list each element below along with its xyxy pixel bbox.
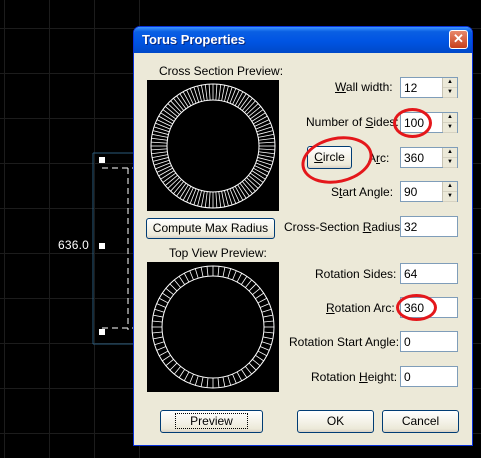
wall-width-value[interactable]: 12	[404, 81, 417, 95]
rotation-start-angle-field[interactable]: 0	[400, 331, 458, 352]
cancel-button[interactable]: Cancel	[382, 410, 459, 433]
arc-spinner[interactable]: 360 ▲ ▼	[400, 147, 458, 168]
dimension-label: 636.0	[58, 238, 90, 252]
spin-up-icon[interactable]: ▲	[443, 78, 457, 88]
start-angle-spinner[interactable]: 90 ▲ ▼	[400, 181, 458, 202]
rotation-start-angle-label: Rotation Start Angle:	[289, 335, 400, 349]
spin-up-icon[interactable]: ▲	[443, 148, 457, 158]
preview-button-label: Preview	[175, 413, 248, 429]
torus-properties-dialog: Torus Properties ✕ Cross Section Preview…	[133, 26, 473, 446]
handle-bottom[interactable]	[99, 329, 105, 335]
close-button[interactable]: ✕	[449, 30, 468, 49]
annotation-circle-rotation-arc	[396, 294, 437, 321]
cross-section-torus-graphic	[150, 83, 276, 209]
top-view-torus-graphic	[151, 265, 275, 389]
rotation-height-field[interactable]: 0	[400, 366, 458, 387]
close-icon: ✕	[453, 31, 464, 46]
annotation-circle-button	[297, 130, 377, 190]
arc-value[interactable]: 360	[404, 151, 424, 165]
wall-width-label: Wall width:	[335, 80, 393, 94]
spin-up-icon[interactable]: ▲	[443, 113, 457, 123]
rotation-arc-label: Rotation Arc:	[326, 301, 395, 315]
cross-section-radius-field[interactable]: 32	[400, 216, 458, 237]
compute-max-radius-button[interactable]: Compute Max Radius	[146, 218, 275, 239]
cross-section-preview-label: Cross Section Preview:	[159, 64, 284, 78]
start-angle-value[interactable]: 90	[404, 185, 417, 199]
annotation-circle-sides	[393, 108, 432, 138]
preview-button[interactable]: Preview	[160, 410, 263, 433]
top-view-preview-label: Top View Preview:	[169, 246, 267, 260]
cross-section-radius-label: Cross-Section Radius:	[284, 220, 404, 234]
spin-down-icon[interactable]: ▼	[443, 158, 457, 168]
rotation-sides-label: Rotation Sides:	[315, 267, 397, 281]
top-view-preview	[147, 262, 279, 392]
cross-section-preview	[147, 80, 279, 211]
spin-down-icon[interactable]: ▼	[443, 192, 457, 202]
ok-button[interactable]: OK	[297, 410, 374, 433]
number-of-sides-label: Number of Sides:	[306, 115, 399, 129]
rotation-sides-field[interactable]: 64	[400, 263, 458, 284]
rotation-height-label: Rotation Height:	[311, 370, 398, 384]
spin-down-icon[interactable]: ▼	[443, 123, 457, 133]
spin-down-icon[interactable]: ▼	[443, 88, 457, 98]
handle-middle[interactable]	[99, 243, 105, 249]
handle-top[interactable]	[99, 157, 105, 163]
spin-up-icon[interactable]: ▲	[443, 182, 457, 192]
dialog-title: Torus Properties	[142, 32, 246, 47]
selection-box[interactable]	[92, 152, 134, 345]
start-angle-label: Start Angle:	[331, 185, 394, 199]
wall-width-spinner[interactable]: 12 ▲ ▼	[400, 77, 458, 98]
dialog-titlebar[interactable]: Torus Properties ✕	[134, 27, 472, 53]
